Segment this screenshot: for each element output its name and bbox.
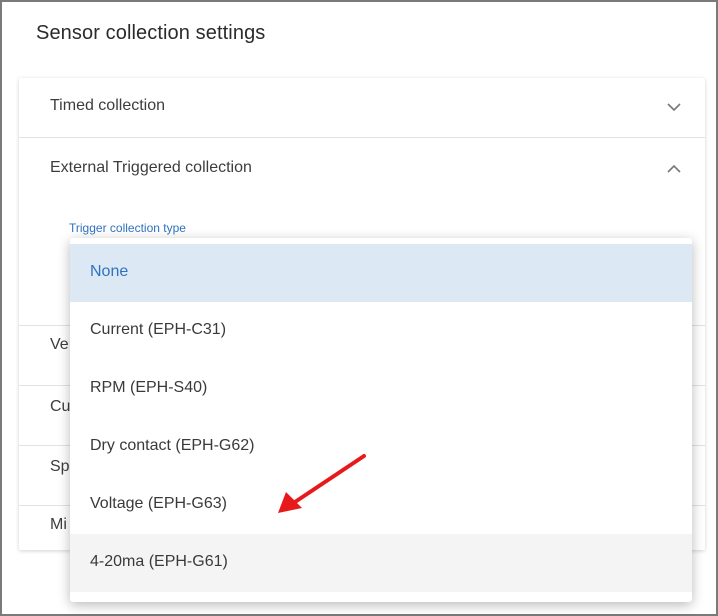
- option-label: Dry contact (EPH-G62): [90, 437, 255, 454]
- option-voltage-eph-g63[interactable]: Voltage (EPH-G63): [70, 476, 692, 534]
- page-title: Sensor collection settings: [36, 22, 266, 44]
- option-rpm-eph-s40[interactable]: RPM (EPH-S40): [70, 360, 692, 418]
- chevron-down-icon[interactable]: [665, 98, 683, 116]
- timed-collection-label: Timed collection: [50, 97, 166, 114]
- option-none[interactable]: None: [70, 244, 692, 302]
- partial-label-ve: Ve: [50, 336, 69, 353]
- option-label: Voltage (EPH-G63): [90, 495, 227, 512]
- option-dry-contact-eph-g62[interactable]: Dry contact (EPH-G62): [70, 418, 692, 476]
- annotation-arrow-icon: [278, 454, 366, 513]
- chevron-up-icon[interactable]: [665, 160, 683, 178]
- option-label: RPM (EPH-S40): [90, 379, 208, 396]
- option-label: None: [90, 263, 129, 280]
- option-4-20ma-eph-g61[interactable]: 4-20ma (EPH-G61): [70, 534, 692, 592]
- partial-label-mi: Mi: [50, 516, 67, 533]
- trigger-type-dropdown-menu: None Current (EPH-C31) RPM (EPH-S40) Dry…: [70, 238, 692, 602]
- option-label: Current (EPH-C31): [90, 321, 227, 338]
- trigger-collection-type-label: Trigger collection type: [69, 221, 186, 235]
- external-triggered-label: External Triggered collection: [50, 159, 252, 176]
- option-current-eph-c31[interactable]: Current (EPH-C31): [70, 302, 692, 360]
- partial-label-sp: Sp: [50, 458, 70, 475]
- settings-window: Sensor collection settings Timed collect…: [0, 0, 718, 616]
- accordion-timed-collection[interactable]: Timed collection: [19, 78, 705, 138]
- option-label: 4-20ma (EPH-G61): [90, 553, 228, 570]
- partial-label-cu: Cu: [50, 398, 71, 415]
